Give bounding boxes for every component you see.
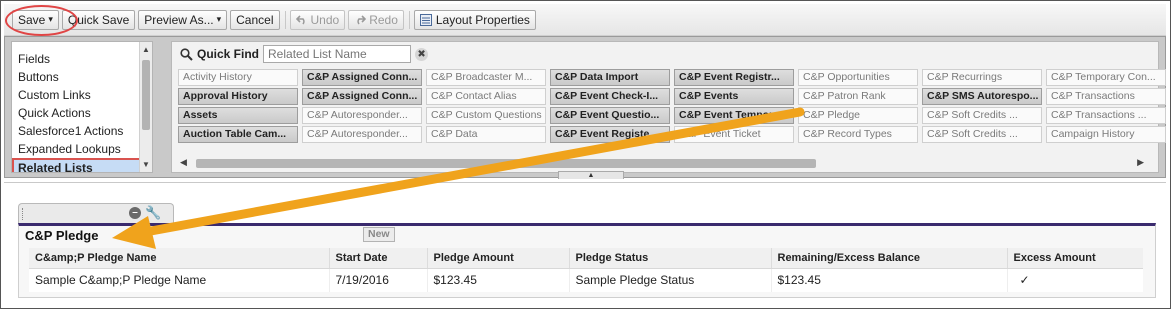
related-list-item[interactable]: C&P Record Types [798, 126, 918, 143]
related-list-item[interactable]: C&P Autoresponder... [302, 107, 422, 124]
table-cell: Sample Pledge Status [568, 268, 771, 292]
undo-icon [295, 14, 305, 24]
table-cell: 7/19/2016 [328, 268, 427, 292]
category-related-lists[interactable]: Related Lists [12, 158, 152, 172]
related-list-item[interactable]: C&P Assigned Conn... [302, 69, 422, 86]
related-list-item[interactable]: Approval History [178, 88, 298, 105]
palette-resize-grip[interactable]: ▲ [558, 171, 624, 179]
redo-label: Redo [369, 12, 398, 27]
redo-icon [357, 14, 367, 24]
related-list-item[interactable]: Activity History [178, 69, 298, 86]
table-cell: $123.45 [426, 268, 569, 292]
redo-button[interactable]: Redo [348, 9, 404, 30]
scroll-down-icon[interactable]: ▼ [142, 160, 150, 169]
related-list-item[interactable]: C&P Data [426, 126, 546, 143]
search-icon [180, 47, 193, 61]
related-list-item[interactable]: C&P Transactions [1046, 88, 1166, 105]
related-list-item[interactable]: C&P Custom Questions [426, 107, 546, 124]
related-list-item[interactable]: C&P Opportunities [798, 69, 918, 86]
quick-find-input[interactable] [263, 45, 412, 63]
related-list-item[interactable]: C&P Event Check-I... [550, 88, 670, 105]
dropdown-caret-icon: ▾ [216, 14, 222, 24]
checkmark-icon: ✓ [1006, 268, 1143, 292]
related-list-item[interactable]: C&P Patron Rank [798, 88, 918, 105]
section-handle[interactable]: – 🔧 [18, 203, 174, 223]
column-header: C&amp;P Pledge Name [29, 248, 329, 269]
toolbar-divider [284, 10, 286, 29]
category-scrollbar[interactable]: ▲ ▼ [139, 42, 152, 172]
category-list-spacer [12, 42, 152, 50]
layout-properties-button[interactable]: Layout Properties [413, 9, 536, 30]
column-header: Pledge Amount [426, 248, 569, 269]
preview-as-button[interactable]: Preview As... ▾ [138, 9, 228, 30]
category-quick-actions[interactable]: Quick Actions [12, 104, 152, 122]
scroll-up-icon[interactable]: ▲ [142, 45, 150, 54]
column-header: Start Date [328, 248, 427, 269]
page-layout-canvas: – 🔧 C&P Pledge New C&amp;P Pledge Name S… [4, 182, 1166, 304]
category-salesforce1-actions[interactable]: Salesforce1 Actions [12, 122, 152, 140]
column-header: Pledge Status [568, 248, 771, 269]
section-title: C&P Pledge [25, 228, 99, 243]
quick-find: Quick Find ✖ [180, 45, 429, 63]
scroll-right-icon[interactable]: ▶ [1137, 157, 1144, 168]
category-expanded-lookups[interactable]: Expanded Lookups [12, 140, 152, 158]
related-list-item[interactable]: C&P Event Questio... [550, 107, 670, 124]
related-list-item[interactable]: Campaign History [1046, 126, 1166, 143]
related-list-item[interactable]: Assets [178, 107, 298, 124]
related-list-item[interactable]: C&P SMS Autorespo... [922, 88, 1042, 105]
wrench-icon[interactable]: 🔧 [145, 205, 161, 221]
related-list-item[interactable]: C&P Autoresponder... [302, 126, 422, 143]
category-buttons[interactable]: Buttons [12, 68, 152, 86]
related-list-item[interactable]: C&P Events [674, 88, 794, 105]
column-header: Remaining/Excess Balance [770, 248, 1007, 269]
palette-horizontal-scrollbar[interactable]: ◀ ▶ [178, 156, 1148, 170]
layout-properties-label: Layout Properties [435, 12, 530, 27]
table-cell: Sample C&amp;P Pledge Name [29, 268, 329, 292]
cancel-button[interactable]: Cancel [230, 9, 280, 30]
save-highlight-circle [5, 5, 78, 36]
related-list-palette: Quick Find ✖ Activity History Approval Hi… [171, 41, 1166, 173]
table-header-row: C&amp;P Pledge Name Start Date Pledge Am… [29, 248, 1143, 269]
related-list-item[interactable]: C&P Soft Credits ... [922, 107, 1042, 124]
related-list-item[interactable]: C&P Event Registr... [674, 69, 794, 86]
related-list-table: C&amp;P Pledge Name Start Date Pledge Am… [29, 248, 1143, 292]
related-list-item[interactable]: C&P Contact Alias [426, 88, 546, 105]
related-list-item[interactable]: C&P Transactions ... [1046, 107, 1166, 124]
table-cell: $123.45 [770, 268, 1007, 292]
scroll-left-icon[interactable]: ◀ [180, 157, 187, 168]
toolbar-divider [408, 10, 410, 29]
related-list-item[interactable]: Auction Table Cam... [178, 126, 298, 143]
new-button[interactable]: New [363, 227, 395, 242]
related-list-item[interactable]: C&P Soft Credits ... [922, 126, 1042, 143]
category-fields[interactable]: Fields [12, 50, 152, 68]
undo-button[interactable]: Undo [289, 9, 346, 30]
column-header: Excess Amount [1006, 248, 1143, 269]
toolbar: Save ▾ Quick Save Preview As... ▾ Cancel… [4, 4, 1166, 36]
scrollbar-thumb[interactable] [196, 159, 816, 168]
preview-as-label: Preview As... [144, 12, 214, 27]
quick-find-label: Quick Find [197, 47, 260, 61]
palette-category-list: Fields Buttons Custom Links Quick Action… [11, 41, 153, 173]
layout-properties-icon [419, 13, 432, 26]
related-list-item[interactable]: C&P Temporary Con... [1046, 69, 1166, 86]
related-list-item[interactable]: C&P Pledge [798, 107, 918, 124]
clear-icon[interactable]: ✖ [415, 47, 429, 61]
table-row: Sample C&amp;P Pledge Name 7/19/2016 $12… [29, 268, 1143, 292]
related-list-item[interactable]: C&P Event Registe... [550, 126, 670, 143]
related-list-item[interactable]: C&P Event Ticket [674, 126, 794, 143]
category-custom-links[interactable]: Custom Links [12, 86, 152, 104]
related-list-item[interactable]: C&P Data Import [550, 69, 670, 86]
related-list-item[interactable]: C&P Broadcaster M... [426, 69, 546, 86]
related-list-section: C&P Pledge New C&amp;P Pledge Name Start… [18, 223, 1156, 298]
remove-icon[interactable]: – [129, 207, 141, 219]
related-list-item[interactable]: C&P Recurrings [922, 69, 1042, 86]
related-list-item[interactable]: C&P Assigned Conn... [302, 88, 422, 105]
drag-handle[interactable] [22, 208, 24, 220]
undo-label: Undo [310, 12, 340, 27]
palette: Fields Buttons Custom Links Quick Action… [4, 36, 1166, 179]
related-list-item[interactable]: C&P Event Tempora... [674, 107, 794, 124]
scrollbar-thumb[interactable] [142, 60, 150, 130]
